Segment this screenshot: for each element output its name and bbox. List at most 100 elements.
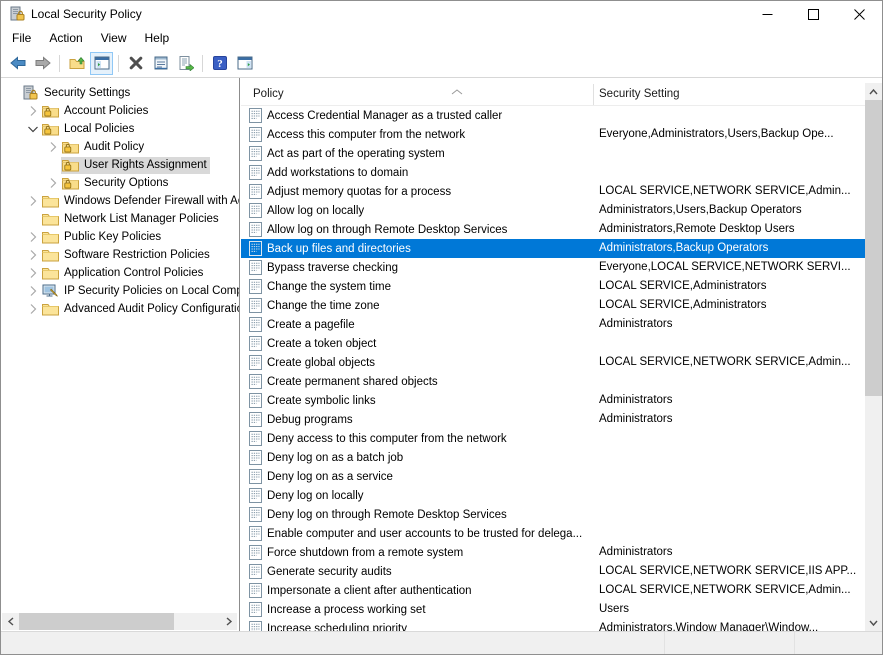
chevron-right-icon[interactable] [45, 139, 61, 155]
policy-row[interactable]: Increase scheduling priority Administrat… [241, 619, 867, 631]
policy-name: Allow log on locally [267, 205, 364, 217]
policy-name: Adjust memory quotas for a process [267, 186, 451, 198]
menu-action[interactable]: Action [40, 28, 91, 48]
policy-row[interactable]: Access Credential Manager as a trusted c… [241, 106, 867, 125]
tree-item[interactable]: IP Security Policies on Local Compute [1, 282, 238, 300]
export-console-folder-button[interactable] [65, 52, 88, 75]
column-header-policy[interactable]: Policy [253, 88, 284, 100]
export-list-button[interactable] [174, 52, 197, 75]
properties-button[interactable] [149, 52, 172, 75]
policy-row[interactable]: Deny log on through Remote Desktop Servi… [241, 505, 867, 524]
chevron-right-icon[interactable] [25, 247, 41, 263]
column-separator[interactable] [593, 84, 594, 105]
policy-row[interactable]: Impersonate a client after authenticatio… [241, 581, 867, 600]
scroll-left-button[interactable] [2, 613, 19, 630]
help-button[interactable]: ? [208, 52, 231, 75]
security-setting-value [599, 334, 863, 353]
policy-row[interactable]: Add workstations to domain [241, 163, 867, 182]
policy-name: Bypass traverse checking [267, 262, 398, 274]
policy-row[interactable]: Act as part of the operating system [241, 144, 867, 163]
policy-row[interactable]: Bypass traverse checking Everyone,LOCAL … [241, 258, 867, 277]
scroll-right-button[interactable] [220, 613, 237, 630]
policy-icon [249, 507, 262, 522]
chevron-right-icon [225, 617, 233, 626]
policy-name: Add workstations to domain [267, 167, 408, 179]
column-header-security-setting[interactable]: Security Setting [599, 88, 680, 100]
maximize-button[interactable] [790, 1, 836, 27]
tree-item[interactable]: Account Policies [1, 102, 238, 120]
policy-row[interactable]: Allow log on locally Administrators,User… [241, 201, 867, 220]
tree-item[interactable]: Audit Policy [1, 138, 238, 156]
scrollbar-track[interactable] [19, 613, 220, 630]
policy-row[interactable]: Change the time zone LOCAL SERVICE,Admin… [241, 296, 867, 315]
chevron-right-icon[interactable] [25, 283, 41, 299]
tree-item[interactable]: Application Control Policies [1, 264, 238, 282]
policy-row[interactable]: Access this computer from the network Ev… [241, 125, 867, 144]
tree-item[interactable]: User Rights Assignment [1, 156, 238, 174]
policy-row[interactable]: Deny log on as a batch job [241, 448, 867, 467]
chevron-right-icon[interactable] [45, 175, 61, 191]
policy-icon [249, 260, 262, 275]
policy-row[interactable]: Back up files and directories Administra… [241, 239, 867, 258]
policy-icon [249, 203, 262, 218]
policy-name: Create a token object [267, 338, 376, 350]
scroll-down-button[interactable] [865, 614, 882, 631]
close-button[interactable] [836, 1, 882, 27]
security-setting-value [599, 486, 863, 505]
tree-item[interactable]: Software Restriction Policies [1, 246, 238, 264]
scroll-up-button[interactable] [865, 83, 882, 100]
scrollbar-thumb[interactable] [865, 100, 882, 396]
expander-placeholder [5, 85, 21, 101]
security-setting-value [599, 372, 863, 391]
policy-row[interactable]: Deny log on locally [241, 486, 867, 505]
tree-item[interactable]: Security Options [1, 174, 238, 192]
policy-row[interactable]: Increase a process working set Users [241, 600, 867, 619]
vertical-scrollbar[interactable] [865, 83, 882, 631]
policy-row[interactable]: Create symbolic links Administrators [241, 391, 867, 410]
policy-row[interactable]: Enable computer and user accounts to be … [241, 524, 867, 543]
security-setting-value: Users [599, 600, 863, 619]
tree-item[interactable]: Windows Defender Firewall with Adva [1, 192, 238, 210]
security-setting-value [599, 429, 863, 448]
tree-item[interactable]: Advanced Audit Policy Configuration [1, 300, 238, 318]
chevron-down-icon[interactable] [25, 121, 41, 137]
security-setting-value [599, 144, 863, 163]
policy-row[interactable]: Create a token object [241, 334, 867, 353]
tree-item[interactable]: Security Settings [1, 84, 238, 102]
policy-row[interactable]: Deny log on as a service [241, 467, 867, 486]
toolbar-separator [118, 55, 119, 72]
policy-icon [249, 602, 262, 617]
chevron-right-icon[interactable] [25, 193, 41, 209]
policy-row[interactable]: Create a pagefile Administrators [241, 315, 867, 334]
tree-item[interactable]: Public Key Policies [1, 228, 238, 246]
policy-name: Back up files and directories [267, 243, 411, 255]
show-console-tree-button[interactable] [90, 52, 113, 75]
menu-file[interactable]: File [3, 28, 40, 48]
chevron-right-icon[interactable] [25, 301, 41, 317]
delete-button[interactable] [124, 52, 147, 75]
policy-row[interactable]: Create permanent shared objects [241, 372, 867, 391]
policy-row[interactable]: Create global objects LOCAL SERVICE,NETW… [241, 353, 867, 372]
policy-row[interactable]: Generate security audits LOCAL SERVICE,N… [241, 562, 867, 581]
tree-horizontal-scrollbar[interactable] [2, 613, 237, 630]
forward-button[interactable] [31, 52, 54, 75]
back-button[interactable] [6, 52, 29, 75]
tree: Security Settings Account Policies Local… [1, 84, 238, 318]
tree-item[interactable]: Local Policies [1, 120, 238, 138]
menu-help[interactable]: Help [136, 28, 179, 48]
policy-row[interactable]: Adjust memory quotas for a process LOCAL… [241, 182, 867, 201]
chevron-right-icon[interactable] [25, 103, 41, 119]
tree-item[interactable]: Network List Manager Policies [1, 210, 238, 228]
root-lock-icon [22, 85, 40, 101]
scrollbar-thumb[interactable] [19, 613, 174, 630]
chevron-right-icon[interactable] [25, 265, 41, 281]
policy-row[interactable]: Change the system time LOCAL SERVICE,Adm… [241, 277, 867, 296]
policy-row[interactable]: Deny access to this computer from the ne… [241, 429, 867, 448]
show-action-pane-button[interactable] [233, 52, 256, 75]
policy-row[interactable]: Allow log on through Remote Desktop Serv… [241, 220, 867, 239]
minimize-button[interactable] [744, 1, 790, 27]
chevron-right-icon[interactable] [25, 229, 41, 245]
policy-row[interactable]: Force shutdown from a remote system Admi… [241, 543, 867, 562]
policy-row[interactable]: Debug programs Administrators [241, 410, 867, 429]
menu-view[interactable]: View [92, 28, 136, 48]
